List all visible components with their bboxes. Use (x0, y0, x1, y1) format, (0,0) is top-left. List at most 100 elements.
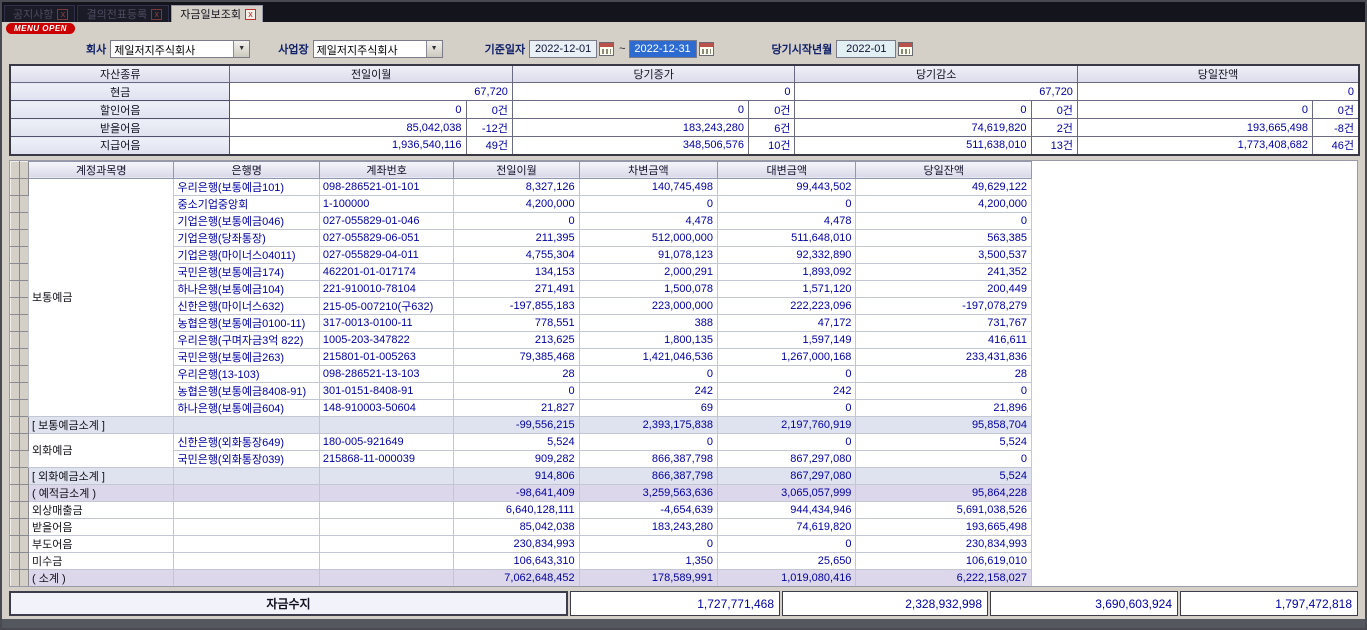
calendar-icon[interactable] (699, 42, 714, 56)
row-indicator (11, 535, 20, 552)
row-indicator (20, 399, 29, 416)
chevron-down-icon[interactable]: ▼ (233, 41, 249, 57)
account-group-cell: 외화예금 (29, 433, 174, 467)
amount-cell: 3,065,057,999 (718, 484, 856, 501)
site-select[interactable]: 제일저지주식회사 ▼ (313, 40, 443, 58)
company-select[interactable]: 제일저지주식회사 ▼ (110, 40, 250, 58)
account-number-cell: 180-005-921649 (319, 433, 453, 450)
row-indicator (20, 518, 29, 535)
detail-header-cell: 은행명 (174, 161, 319, 178)
row-indicator (20, 229, 29, 246)
row-label-cell: ( 소계 ) (29, 569, 174, 586)
amount-cell: 2,328,957,438 (856, 586, 1032, 587)
detail-row[interactable]: 외상매출금6,640,128,111-4,654,639944,434,9465… (11, 501, 1032, 518)
asset-type-cell: 지급어음 (10, 137, 230, 155)
menu-open-button[interactable]: MENU OPEN (6, 23, 75, 34)
amount-cell: 213,625 (454, 331, 579, 348)
detail-header-cell: 계정과목명 (29, 161, 174, 178)
amount-cell: 92,332,890 (718, 246, 856, 263)
bank-name-cell (174, 586, 319, 587)
tab-close-icon[interactable]: x (57, 9, 68, 20)
detail-body: 보통예금우리은행(보통예금101)098-286521-01-1018,327,… (11, 178, 1032, 587)
bank-name-cell: 농협은행(보통예금0100-11) (174, 314, 319, 331)
summary-table: 자산종류전일이월당기증가당기감소당일잔액 현금67,720067,7200할인어… (9, 64, 1360, 156)
detail-row[interactable]: 부도어음230,834,99300230,834,993 (11, 535, 1032, 552)
detail-row[interactable]: 받을어음85,042,038183,243,28074,619,820193,6… (11, 518, 1032, 535)
amount-cell: 106,619,010 (856, 552, 1032, 569)
amount-cell: 0 (454, 382, 579, 399)
detail-row[interactable]: 외상매입금2,814,212,788485,255,35002,328,957,… (11, 586, 1032, 587)
summary-count-cell: -8건 (1313, 119, 1359, 137)
detail-row[interactable]: ( 소계 )7,062,648,452178,589,9911,019,080,… (11, 569, 1032, 586)
amount-cell: 0 (579, 535, 717, 552)
row-indicator (11, 416, 20, 433)
summary-header-cell: 당기증가 (512, 65, 795, 83)
row-indicator (11, 348, 20, 365)
amount-cell: 0 (718, 535, 856, 552)
amount-cell: 211,395 (454, 229, 579, 246)
date-from-input[interactable]: 2022-12-01 (529, 40, 597, 58)
bank-name-cell: 우리은행(구며자금3억 822) (174, 331, 319, 348)
menu-row: MENU OPEN (2, 22, 1365, 35)
detail-row[interactable]: 미수금106,643,3101,35025,650106,619,010 (11, 552, 1032, 569)
summary-amount-cell: 511,638,010 (795, 137, 1031, 155)
amount-cell: 6,222,158,027 (856, 569, 1032, 586)
row-indicator (20, 416, 29, 433)
tab-daily-funds-report[interactable]: 자금일보조회 x (171, 5, 263, 22)
period-start-label: 당기시작년월 (772, 41, 833, 57)
amount-cell: 230,834,993 (856, 535, 1032, 552)
base-date-label: 기준일자 (485, 41, 525, 57)
row-indicator (20, 314, 29, 331)
company-select-value: 제일저지주식회사 (111, 41, 233, 57)
summary-header-cell: 자산종류 (10, 65, 230, 83)
summary-count-cell: 0건 (466, 101, 512, 119)
amount-cell: 230,834,993 (454, 535, 579, 552)
amount-cell: 485,255,350 (579, 586, 717, 587)
summary-amount-cell: 183,243,280 (512, 119, 748, 137)
amount-cell: 49,629,122 (856, 178, 1032, 195)
tab-voucher-entry[interactable]: 결의전표등록 x (77, 5, 169, 22)
detail-row[interactable]: 보통예금우리은행(보통예금101)098-286521-01-1018,327,… (11, 178, 1032, 195)
summary-amount-cell: 67,720 (795, 83, 1078, 101)
period-start-input[interactable]: 2022-01 (836, 40, 896, 58)
row-indicator (20, 297, 29, 314)
account-number-cell (319, 552, 453, 569)
tab-close-icon[interactable]: x (151, 9, 162, 20)
tab-notice[interactable]: 공지사항 x (4, 5, 75, 22)
row-indicator (20, 195, 29, 212)
row-indicator (20, 365, 29, 382)
chevron-down-icon[interactable]: ▼ (426, 41, 442, 57)
calendar-icon[interactable] (898, 42, 913, 56)
date-to-input[interactable]: 2022-12-31 (629, 40, 697, 58)
amount-cell: 242 (718, 382, 856, 399)
footer-total-cell: 1,797,472,818 (1180, 591, 1358, 616)
row-indicator (11, 246, 20, 263)
tab-label: 자금일보조회 (180, 6, 241, 22)
window-bottom-edge (2, 619, 1365, 628)
amount-cell: 28 (856, 365, 1032, 382)
amount-cell: 47,172 (718, 314, 856, 331)
amount-cell: 5,691,038,526 (856, 501, 1032, 518)
account-number-cell: 027-055829-01-046 (319, 212, 453, 229)
amount-cell: 0 (718, 433, 856, 450)
calendar-icon[interactable] (599, 42, 614, 56)
row-indicator (20, 535, 29, 552)
summary-amount-cell: 1,936,540,116 (230, 137, 466, 155)
detail-row[interactable]: [ 보통예금소계 ]-99,556,2152,393,175,8382,197,… (11, 416, 1032, 433)
summary-header-row: 자산종류전일이월당기증가당기감소당일잔액 (10, 65, 1359, 83)
summary-amount-cell: 0 (512, 101, 748, 119)
detail-header-row: 계정과목명은행명계좌번호전일이월차변금액대변금액당일잔액 (11, 161, 1032, 178)
detail-row[interactable]: ( 예적금소계 )-98,641,4093,259,563,6363,065,0… (11, 484, 1032, 501)
asset-type-cell: 할인어음 (10, 101, 230, 119)
row-label-cell: [ 외화예금소계 ] (29, 467, 174, 484)
row-indicator (20, 178, 29, 195)
tab-close-icon[interactable]: x (245, 9, 256, 20)
detail-row[interactable]: 외화예금신한은행(외화통장649)180-005-9216495,524005,… (11, 433, 1032, 450)
account-number-cell: 1005-203-347822 (319, 331, 453, 348)
detail-row[interactable]: [ 외화예금소계 ]914,806866,387,798867,297,0805… (11, 467, 1032, 484)
amount-cell: 0 (718, 195, 856, 212)
amount-cell: 7,062,648,452 (454, 569, 579, 586)
amount-cell: 5,524 (856, 433, 1032, 450)
bank-name-cell: 기업은행(마이너스04011) (174, 246, 319, 263)
amount-cell: -4,654,639 (579, 501, 717, 518)
